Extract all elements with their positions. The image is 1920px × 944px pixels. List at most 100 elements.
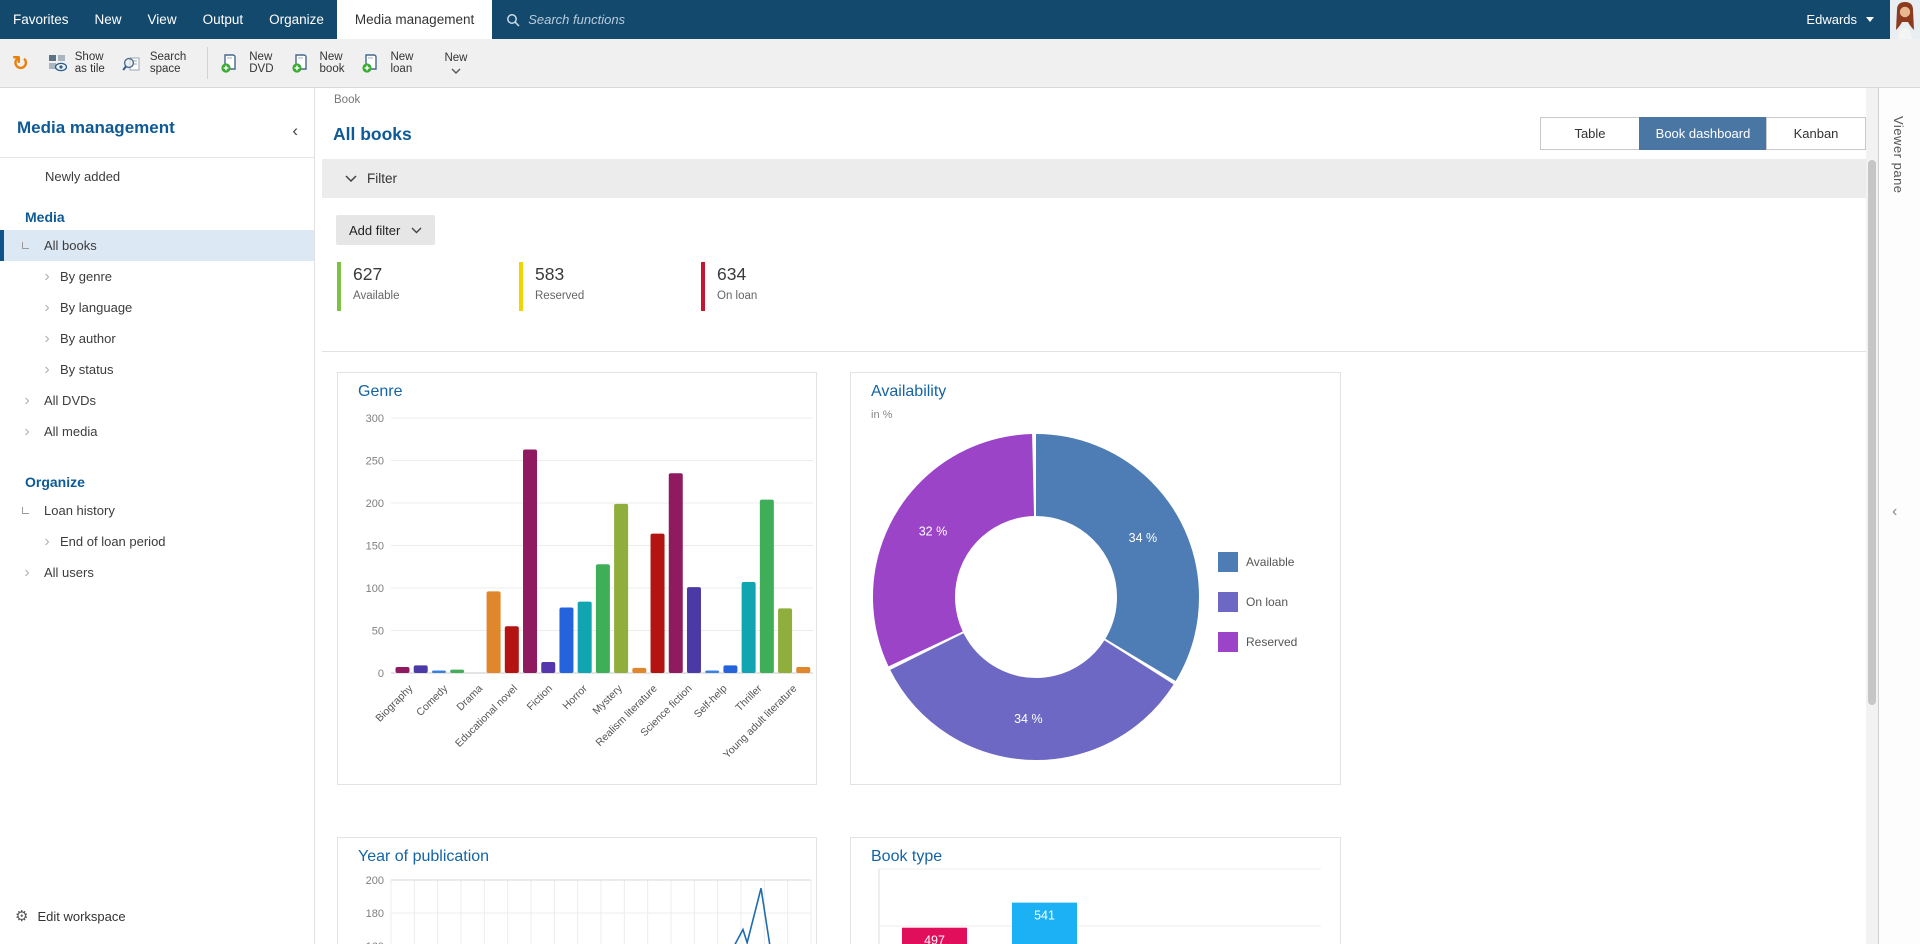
sidebar-item-label: By status [60, 362, 113, 377]
avatar[interactable] [1890, 0, 1920, 39]
genre-bar[interactable] [450, 670, 464, 673]
viewer-pane-expand-icon[interactable]: ‹ [1892, 503, 1897, 521]
main-content: Book All books TableBook dashboardKanban… [316, 88, 1866, 944]
sidebar-item-label: By language [60, 300, 132, 315]
genre-bar[interactable] [596, 564, 610, 673]
genre-bar-chart: 050100150200250300BiographyComedyDramaEd… [338, 373, 818, 786]
sidebar-item-loan-history[interactable]: Loan history [0, 495, 314, 526]
genre-bar[interactable] [432, 670, 446, 673]
genre-bar[interactable] [541, 662, 555, 673]
vertical-scrollbar[interactable] [1866, 88, 1878, 944]
chevron-right-icon[interactable]: › [22, 385, 32, 416]
sidebar-section-organize: Organize [0, 469, 314, 495]
show-as-tile-button[interactable]: Showas tile [48, 51, 105, 76]
scrollbar-thumb[interactable] [1868, 160, 1876, 705]
view-button-kanban[interactable]: Kanban [1766, 117, 1866, 150]
sidebar-item-by-author[interactable]: › By author [0, 323, 314, 354]
genre-bar[interactable] [614, 504, 628, 673]
sidebar-item-label: By author [60, 331, 116, 346]
user-name: Edwards [1806, 12, 1857, 27]
divider [322, 351, 1866, 352]
genre-bar[interactable] [705, 670, 719, 673]
svg-text:300: 300 [366, 413, 384, 425]
menu-item-view[interactable]: View [135, 0, 190, 39]
view-button-table[interactable]: Table [1540, 117, 1640, 150]
svg-text:Comedy: Comedy [414, 682, 451, 719]
view-button-book-dashboard[interactable]: Book dashboard [1639, 117, 1767, 150]
sidebar-item-by-language[interactable]: › By language [0, 292, 314, 323]
edit-workspace-label: Edit workspace [37, 909, 125, 924]
genre-bar[interactable] [559, 608, 573, 673]
genre-bar[interactable] [578, 602, 592, 673]
search-functions[interactable]: Search functions [506, 0, 625, 39]
svg-text:Biography: Biography [373, 682, 415, 724]
sidebar-item-all-users[interactable]: ›All users [0, 557, 314, 588]
genre-bar[interactable] [505, 626, 519, 673]
legend-swatch [1218, 632, 1238, 652]
genre-bar[interactable] [778, 608, 792, 673]
refresh-button[interactable]: ↻ [10, 51, 31, 76]
chart-title: Availability [871, 383, 946, 401]
legend-label: Available [1246, 555, 1295, 569]
user-menu[interactable]: Edwards [1806, 0, 1920, 39]
sidebar-item-all-dvds[interactable]: ›All DVDs [0, 385, 314, 416]
genre-bar[interactable] [414, 665, 428, 673]
svg-text:Educational novel: Educational novel [453, 683, 520, 750]
expanded-node-icon[interactable] [22, 242, 29, 249]
genre-bar[interactable] [669, 473, 683, 673]
add-filter-button[interactable]: Add filter [336, 215, 435, 245]
chevron-right-icon[interactable]: › [42, 261, 52, 292]
chevron-right-icon[interactable]: › [22, 416, 32, 447]
filter-bar[interactable]: Filter [322, 159, 1866, 198]
genre-bar[interactable] [723, 665, 737, 673]
new-loan-button[interactable]: Newloan [361, 51, 413, 76]
new-dvd-button[interactable]: NewDVD [220, 51, 273, 76]
top-menu-bar: FavoritesNewViewOutputOrganize Media man… [0, 0, 1920, 39]
genre-bar[interactable] [651, 534, 665, 673]
new-dropdown-button[interactable]: New [444, 52, 467, 74]
chevron-right-icon[interactable]: › [42, 323, 52, 354]
sidebar-item-all-media[interactable]: ›All media [0, 416, 314, 447]
menu-item-favorites[interactable]: Favorites [0, 0, 82, 39]
menu-item-organize[interactable]: Organize [256, 0, 337, 39]
viewer-pane-label[interactable]: Viewer pane [1891, 116, 1906, 194]
tab-media-management[interactable]: Media management [337, 0, 492, 39]
sidebar-title: Media management [17, 118, 175, 138]
new-book-button[interactable]: Newbook [291, 51, 345, 76]
sidebar-item-label: End of loan period [60, 534, 166, 549]
genre-bar[interactable] [396, 667, 410, 673]
genre-bar[interactable] [742, 582, 756, 673]
search-space-button[interactable]: Searchspace [122, 51, 186, 76]
genre-bar[interactable] [687, 587, 701, 673]
sidebar-collapse-icon[interactable]: ‹ [292, 122, 298, 139]
genre-bar[interactable] [796, 667, 810, 673]
chevron-right-icon[interactable]: › [42, 354, 52, 385]
edit-workspace-button[interactable]: ⚙ Edit workspace [15, 907, 126, 925]
chevron-right-icon[interactable]: › [22, 557, 32, 588]
genre-bar[interactable] [632, 668, 646, 673]
svg-text:497: 497 [924, 934, 945, 944]
svg-text:Mystery: Mystery [590, 682, 625, 717]
genre-bar[interactable] [487, 591, 501, 673]
new-loan-icon [361, 53, 382, 74]
kpi-label: Available [353, 285, 481, 302]
toolbar-label: Searchspace [150, 51, 186, 76]
sidebar-item-all-books[interactable]: All books [0, 230, 314, 261]
sidebar-item-by-status[interactable]: › By status [0, 354, 314, 385]
menu-item-output[interactable]: Output [190, 0, 257, 39]
sidebar-item-newly-added[interactable]: Newly added [0, 162, 314, 190]
chevron-right-icon[interactable]: › [42, 526, 52, 557]
expanded-node-icon[interactable] [22, 507, 29, 514]
sidebar-tree: Newly added MediaAll books›By genre›By l… [0, 162, 314, 588]
sidebar-item-end-of-loan-period[interactable]: › End of loan period [0, 526, 314, 557]
svg-text:100: 100 [366, 583, 384, 595]
genre-bar[interactable] [760, 500, 774, 673]
genre-bar[interactable] [523, 449, 537, 673]
breadcrumb: Book [334, 94, 360, 106]
availability-donut-chart: 34 %34 %32 %AvailableOn loanReserved [851, 373, 1342, 786]
sidebar-item-by-genre[interactable]: ›By genre [0, 261, 314, 292]
chevron-right-icon[interactable]: › [42, 292, 52, 323]
svg-text:32 %: 32 % [919, 525, 948, 539]
svg-text:Drama: Drama [454, 683, 485, 714]
menu-item-new[interactable]: New [82, 0, 135, 39]
